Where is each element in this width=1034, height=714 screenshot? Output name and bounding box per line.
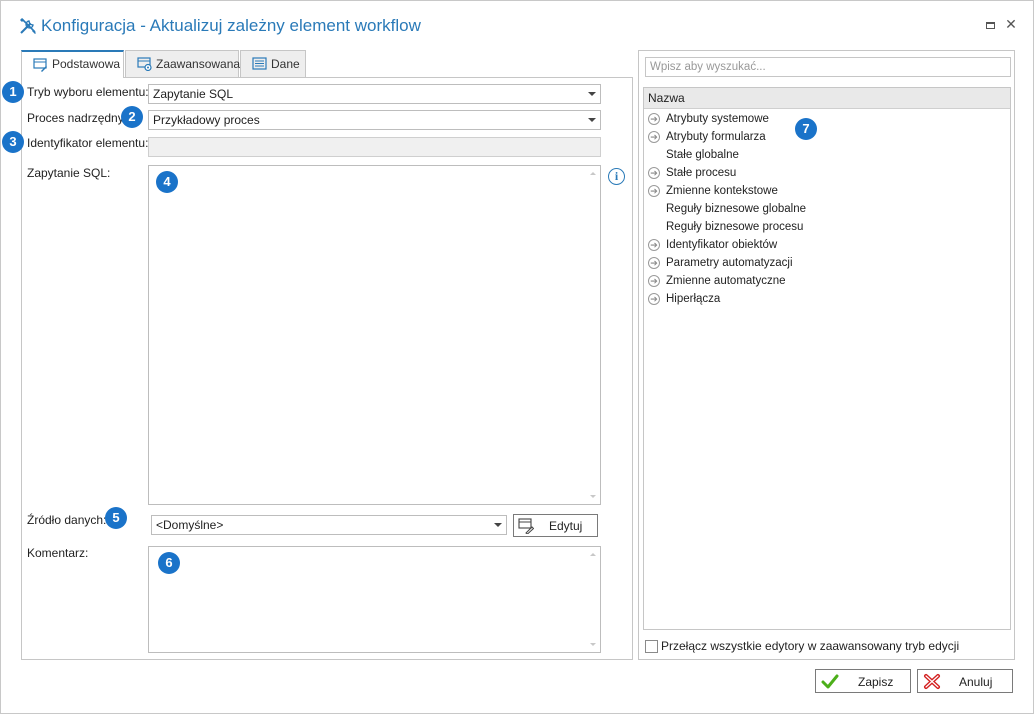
variables-panel: Wpisz aby wyszukać... Nazwa ➔ Atrybuty s…: [638, 50, 1015, 660]
close-icon[interactable]: ✕: [1004, 17, 1018, 31]
chevron-down-icon: [494, 523, 502, 527]
element-id-label: Identyfikator elementu:: [27, 136, 149, 150]
maximize-icon[interactable]: [983, 18, 997, 32]
selection-mode-label: Tryb wyboru elementu:: [27, 85, 149, 99]
variables-search-input[interactable]: Wpisz aby wyszukać...: [645, 57, 1011, 77]
advanced-tab-icon: [137, 57, 152, 71]
callout-badge-6: 6: [158, 552, 180, 574]
checkmark-icon: [821, 674, 839, 689]
parent-process-select[interactable]: Przykładowy proces: [148, 110, 601, 130]
tree-item-label: Parametry automatyzacji: [666, 257, 793, 269]
basic-tab-icon: [33, 58, 47, 72]
data-source-value: <Domyślne>: [156, 518, 224, 532]
tree-item-system-attributes[interactable]: ➔ Atrybuty systemowe: [644, 110, 1010, 128]
tree-item-label: Zmienne automatyczne: [666, 275, 786, 287]
data-tab-icon: [252, 57, 267, 70]
expand-arrow-icon[interactable]: ➔: [648, 167, 660, 179]
dialog-window: Konfiguracja - Aktualizuj zależny elemen…: [0, 0, 1034, 714]
save-button-label: Zapisz: [858, 675, 894, 689]
tree-item-process-business-rules[interactable]: Reguły biznesowe procesu: [644, 218, 1010, 236]
info-icon[interactable]: i: [608, 168, 625, 185]
edit-button-label: Edytuj: [549, 519, 583, 533]
cancel-x-icon: [924, 674, 940, 689]
comment-scrollbar[interactable]: [586, 547, 600, 652]
tree-item-automation-parameters[interactable]: ➔ Parametry automatyzacji: [644, 254, 1010, 272]
tab-basic[interactable]: Podstawowa: [21, 50, 124, 78]
expand-arrow-icon[interactable]: ➔: [648, 113, 660, 125]
tab-advanced-label: Zaawansowana: [156, 57, 241, 71]
tree-item-context-variables[interactable]: ➔ Zmienne kontekstowe: [644, 182, 1010, 200]
tree-item-automatic-variables[interactable]: ➔ Zmienne automatyczne: [644, 272, 1010, 290]
advanced-mode-label: Przełącz wszystkie edytory w zaawansowan…: [661, 639, 960, 653]
sql-query-label: Zapytanie SQL:: [27, 166, 111, 180]
tree-item-label: Atrybuty systemowe: [666, 113, 769, 125]
expand-arrow-icon[interactable]: ➔: [648, 257, 660, 269]
tree-item-label: Hiperłącza: [666, 293, 721, 305]
tree-item-label: Reguły biznesowe procesu: [666, 221, 804, 233]
scroll-up-icon[interactable]: [590, 553, 596, 556]
expand-arrow-icon[interactable]: ➔: [648, 239, 660, 251]
element-id-field: [148, 137, 601, 157]
cancel-button[interactable]: Anuluj: [917, 669, 1013, 693]
callout-badge-7: 7: [795, 118, 817, 140]
expand-arrow-icon[interactable]: ➔: [648, 293, 660, 305]
tab-data-label: Dane: [271, 57, 300, 71]
data-source-label: Źródło danych:: [27, 513, 107, 527]
sql-query-scrollbar[interactable]: [586, 166, 600, 504]
parent-process-value: Przykładowy proces: [153, 113, 260, 127]
variables-tree: Nazwa ➔ Atrybuty systemowe ➔ Atrybuty fo…: [643, 87, 1011, 630]
callout-badge-4: 4: [156, 171, 178, 193]
callout-badge-2: 2: [121, 106, 143, 128]
tab-data[interactable]: Dane: [240, 50, 306, 77]
expand-arrow-icon[interactable]: ➔: [648, 185, 660, 197]
tab-basic-label: Podstawowa: [52, 57, 121, 71]
expand-arrow-icon[interactable]: ➔: [648, 275, 660, 287]
tree-item-label: Stałe globalne: [666, 149, 739, 161]
tree-item-object-identifiers[interactable]: ➔ Identyfikator obiektów: [644, 236, 1010, 254]
tree-item-global-business-rules[interactable]: Reguły biznesowe globalne: [644, 200, 1010, 218]
tree-item-label: Reguły biznesowe globalne: [666, 203, 807, 215]
sql-query-editor[interactable]: [148, 165, 601, 505]
tree-item-process-constants[interactable]: ➔ Stałe procesu: [644, 164, 1010, 182]
tools-icon: [20, 18, 36, 34]
cancel-button-label: Anuluj: [959, 675, 993, 689]
data-source-select[interactable]: <Domyślne>: [151, 515, 507, 535]
edit-data-source-button[interactable]: Edytuj: [513, 514, 598, 537]
comment-field[interactable]: [148, 546, 601, 653]
save-button[interactable]: Zapisz: [815, 669, 911, 693]
tree-item-form-attributes[interactable]: ➔ Atrybuty formularza: [644, 128, 1010, 146]
tree-item-global-constants[interactable]: Stałe globalne: [644, 146, 1010, 164]
callout-badge-1: 1: [2, 81, 24, 103]
scroll-down-icon[interactable]: [590, 495, 596, 498]
tree-item-label: Stałe procesu: [666, 167, 737, 179]
expand-arrow-icon[interactable]: ➔: [648, 131, 660, 143]
chevron-down-icon: [588, 92, 596, 96]
scroll-down-icon[interactable]: [590, 643, 596, 646]
selection-mode-select[interactable]: Zapytanie SQL: [148, 84, 601, 104]
tree-item-label: Atrybuty formularza: [666, 131, 766, 143]
tree-item-label: Zmienne kontekstowe: [666, 185, 778, 197]
callout-badge-5: 5: [105, 507, 127, 529]
tree-item-hyperlinks[interactable]: ➔ Hiperłącza: [644, 290, 1010, 308]
chevron-down-icon: [588, 118, 596, 122]
window-title: Konfiguracja - Aktualizuj zależny elemen…: [41, 16, 421, 35]
scroll-up-icon[interactable]: [590, 172, 596, 175]
advanced-mode-checkbox[interactable]: [645, 640, 658, 653]
title-bar: Konfiguracja - Aktualizuj zależny elemen…: [1, 1, 1033, 49]
edit-icon: [518, 518, 534, 534]
parent-process-label: Proces nadrzędny:: [27, 111, 128, 125]
tree-item-label: Identyfikator obiektów: [666, 239, 778, 251]
callout-badge-3: 3: [2, 131, 24, 153]
tree-column-header[interactable]: Nazwa: [644, 88, 1010, 109]
selection-mode-value: Zapytanie SQL: [153, 87, 234, 101]
comment-label: Komentarz:: [27, 546, 89, 560]
tab-advanced[interactable]: Zaawansowana: [125, 50, 241, 77]
